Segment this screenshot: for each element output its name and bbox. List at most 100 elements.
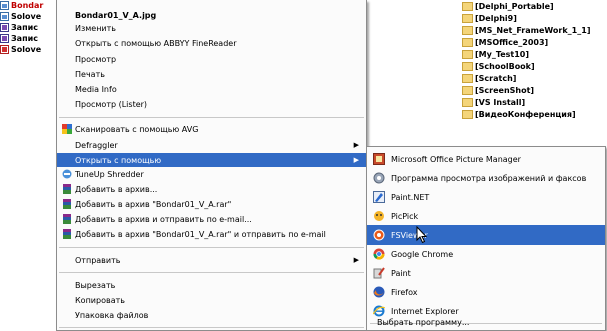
- folder-item[interactable]: [SchoolBook]: [462, 60, 607, 72]
- menu-item-cut[interactable]: Вырезать: [57, 278, 366, 292]
- submenu-item-fsviewer[interactable]: FSViewer: [367, 225, 605, 245]
- jpg-file-icon: [0, 1, 9, 10]
- menu-item-pack-files[interactable]: Упаковка файлов: [57, 308, 366, 322]
- menu-item-label: Добавить в архив и отправить по e-mail..…: [75, 214, 252, 224]
- folder-name: [Delphi_Portable]: [475, 1, 554, 11]
- submenu-item-choose-program[interactable]: Выбрать программу...: [367, 313, 605, 331]
- text-file-icon: [0, 23, 9, 32]
- folder-name: [VS Install]: [475, 97, 526, 107]
- submenu-item-picture-manager[interactable]: Microsoft Office Picture Manager: [367, 149, 605, 169]
- menu-item-label: Отправить: [75, 255, 121, 265]
- submenu-item-picpick[interactable]: PicPick: [367, 206, 605, 226]
- menu-separator: [59, 272, 364, 273]
- submenu-item-label: Firefox: [391, 287, 418, 297]
- chrome-icon: [373, 248, 385, 260]
- folder-item[interactable]: [ScreenShot]: [462, 84, 607, 96]
- avg-icon: [62, 124, 72, 134]
- firefox-icon: [373, 286, 385, 298]
- menu-item-label: Defraggler: [75, 140, 118, 150]
- folder-name: [ScreenShot]: [475, 85, 535, 95]
- submenu-item-image-viewer[interactable]: Программа просмотра изображений и факсов: [367, 168, 605, 188]
- submenu-item-paintnet[interactable]: Paint.NET: [367, 187, 605, 207]
- menu-item-label: Media Info: [75, 84, 117, 94]
- submenu-item-chrome[interactable]: Google Chrome: [367, 244, 605, 264]
- submenu-arrow-icon: ▶: [353, 256, 359, 264]
- menu-separator: [59, 117, 364, 118]
- pdf-file-icon: [0, 45, 9, 54]
- mouse-cursor-icon: [416, 226, 428, 244]
- submenu-item-paint[interactable]: Paint: [367, 263, 605, 283]
- folder-name: [Scratch]: [475, 73, 517, 83]
- menu-item-label: Открыть с помощью: [75, 155, 162, 165]
- folder-name: [My_Test10]: [475, 49, 530, 59]
- folder-item[interactable]: [My_Test10]: [462, 48, 607, 60]
- menu-item-label: Просмотр: [75, 54, 117, 64]
- menu-item-avg-scan[interactable]: Сканировать с помощью AVG: [57, 122, 366, 136]
- menu-item-label: Открыть с помощью ABBYY FineReader: [75, 38, 237, 48]
- winrar-icon: [63, 214, 71, 224]
- submenu-item-label: Paint: [391, 268, 411, 278]
- submenu-item-label: Google Chrome: [391, 249, 454, 259]
- menu-item-send-to[interactable]: Отправить ▶: [57, 253, 366, 267]
- folder-name: [Delphi9]: [475, 13, 517, 23]
- menu-item-label: Упаковка файлов: [75, 310, 149, 320]
- menu-item-label: Добавить в архив "Bondar01_V_A.rar" и от…: [75, 229, 326, 239]
- folder-item[interactable]: [Delphi9]: [462, 12, 607, 24]
- folder-item[interactable]: [ВидеоКонференция]: [462, 108, 607, 120]
- menu-separator: [59, 327, 364, 328]
- menu-item-copy[interactable]: Копировать: [57, 293, 366, 307]
- menu-item-label: Bondar01_V_A.jpg: [75, 10, 157, 20]
- menu-item-tuneup-shredder[interactable]: TuneUp Shredder: [57, 167, 366, 181]
- text-file-icon: [0, 34, 9, 43]
- menu-item-archive-and-email[interactable]: Добавить в архив и отправить по e-mail..…: [57, 212, 366, 226]
- menu-item-edit[interactable]: Изменить: [57, 21, 366, 35]
- submenu-item-label: Выбрать программу...: [377, 317, 470, 327]
- menu-item-defraggler[interactable]: Defraggler ▶: [57, 138, 366, 152]
- folder-icon: [462, 13, 473, 23]
- folder-icon: [462, 73, 473, 83]
- folder-name: [ВидеоКонференция]: [475, 109, 576, 119]
- menu-item-open-with[interactable]: Открыть с помощью ▶: [57, 153, 366, 167]
- folder-name: [MS_Net_FrameWork_1_1]: [475, 25, 591, 35]
- menu-item-print[interactable]: Печать: [57, 67, 366, 81]
- folder-icon: [462, 109, 473, 119]
- submenu-item-label: Microsoft Office Picture Manager: [391, 154, 521, 164]
- folder-icon: [462, 37, 473, 47]
- submenu-arrow-icon: ▶: [353, 156, 359, 164]
- menu-separator: [59, 247, 364, 248]
- menu-item-lister[interactable]: Просмотр (Lister): [57, 97, 366, 111]
- submenu-item-firefox[interactable]: Firefox: [367, 282, 605, 302]
- picture-manager-icon: [373, 153, 385, 165]
- folder-item[interactable]: [VS Install]: [462, 96, 607, 108]
- paintnet-icon: [373, 191, 385, 203]
- winrar-icon: [63, 184, 71, 194]
- folder-item[interactable]: [MSOffice_2003]: [462, 36, 607, 48]
- folder-icon: [462, 25, 473, 35]
- menu-item-add-archive[interactable]: Добавить в архив...: [57, 182, 366, 196]
- winrar-icon: [63, 229, 71, 239]
- folder-item[interactable]: [Scratch]: [462, 72, 607, 84]
- menu-item-open-file[interactable]: Bondar01_V_A.jpg: [57, 8, 366, 22]
- menu-item-rar-and-email[interactable]: Добавить в архив "Bondar01_V_A.rar" и от…: [57, 227, 366, 241]
- submenu-arrow-icon: ▶: [353, 141, 359, 149]
- folder-list: [Delphi_Portable] [Delphi9] [MS_Net_Fram…: [462, 0, 607, 120]
- folder-icon: [462, 61, 473, 71]
- menu-item-add-to-rar[interactable]: Добавить в архив "Bondar01_V_A.rar": [57, 197, 366, 211]
- folder-item[interactable]: [Delphi_Portable]: [462, 0, 607, 12]
- menu-item-abbyy[interactable]: Открыть с помощью ABBYY FineReader: [57, 36, 366, 50]
- file-name: Bondar: [11, 1, 44, 10]
- file-name: Запис: [11, 34, 38, 43]
- shredder-icon: [62, 169, 72, 179]
- menu-item-label: Добавить в архив...: [75, 184, 158, 194]
- menu-item-media-info[interactable]: Media Info: [57, 82, 366, 96]
- folder-item[interactable]: [MS_Net_FrameWork_1_1]: [462, 24, 607, 36]
- menu-item-preview[interactable]: Просмотр: [57, 52, 366, 66]
- menu-item-label: Просмотр (Lister): [75, 99, 148, 109]
- menu-item-label: Вырезать: [75, 280, 116, 290]
- menu-item-label: Изменить: [75, 23, 116, 33]
- menu-item-label: Сканировать с помощью AVG: [75, 124, 199, 134]
- context-menu: Bondar01_V_A.jpg Изменить Открыть с помо…: [56, 0, 367, 331]
- folder-name: [SchoolBook]: [475, 61, 535, 71]
- folder-name: [MSOffice_2003]: [475, 37, 549, 47]
- open-with-submenu: Microsoft Office Picture Manager Програм…: [366, 146, 606, 331]
